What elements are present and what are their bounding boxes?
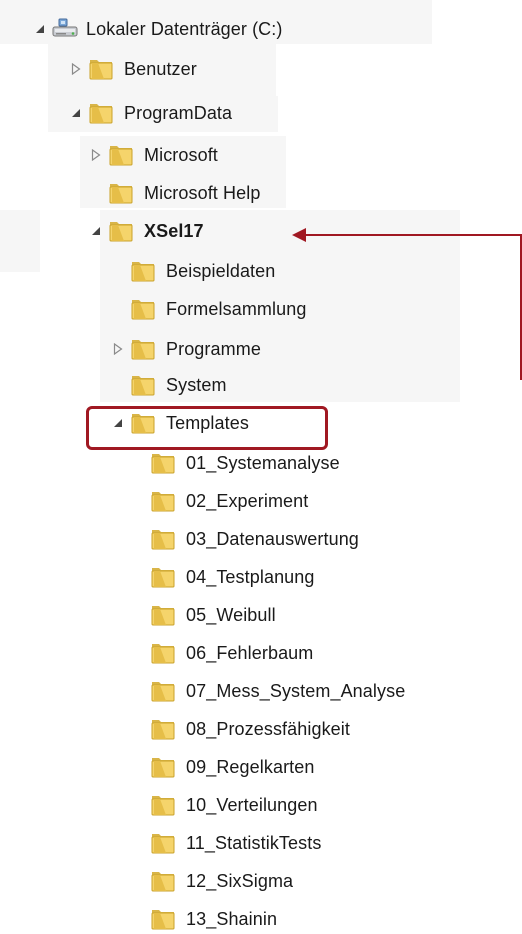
folder-icon [150, 678, 178, 704]
folder-icon [88, 100, 116, 126]
tree-item-beispieldaten[interactable]: Beispieldaten [130, 256, 275, 286]
tree-item-label: 11_StatistikTests [186, 833, 322, 853]
templates-highlight-box [86, 406, 328, 450]
tree-item-label: 09_Regelkarten [186, 757, 315, 777]
tree-item-label: 13_Shainin [186, 909, 278, 929]
folder-icon [150, 716, 178, 742]
folder-icon [150, 488, 178, 514]
tree-item-label: 05_Weibull [186, 605, 276, 625]
tree-item-label: Microsoft [144, 145, 218, 165]
folder-icon [150, 754, 178, 780]
tree-item-template[interactable]: 11_StatistikTests [150, 828, 321, 858]
tree-item-label: 01_Systemanalyse [186, 453, 340, 473]
tree-item-label: 06_Fehlerbaum [186, 643, 314, 663]
collapsed-triangle-icon[interactable] [110, 341, 126, 357]
folder-icon [108, 142, 136, 168]
tree-item-drive-c[interactable]: Lokaler Datenträger (C:) [32, 14, 282, 44]
tree-item-template[interactable]: 05_Weibull [150, 600, 276, 630]
folder-icon [150, 830, 178, 856]
folder-icon [130, 336, 158, 362]
expanded-triangle-icon[interactable] [88, 223, 104, 239]
tree-item-label: Benutzer [124, 59, 197, 79]
tree-item-label: Microsoft Help [144, 183, 261, 203]
collapsed-triangle-icon[interactable] [88, 147, 104, 163]
tree-item-template[interactable]: 08_Prozessfähigkeit [150, 714, 350, 744]
tree-item-label: 10_Verteilungen [186, 795, 318, 815]
tree-item-label: Lokaler Datenträger (C:) [86, 19, 283, 39]
collapsed-triangle-icon[interactable] [68, 61, 84, 77]
folder-icon [108, 180, 136, 206]
tree-item-template[interactable]: 04_Testplanung [150, 562, 315, 592]
tree-item-microsoft[interactable]: Microsoft [88, 140, 218, 170]
tree-item-benutzer[interactable]: Benutzer [68, 54, 197, 84]
expanded-triangle-icon[interactable] [68, 105, 84, 121]
folder-icon [150, 868, 178, 894]
tree-item-microsoft-help[interactable]: Microsoft Help [108, 178, 260, 208]
folder-icon [130, 258, 158, 284]
tree-item-label: 12_SixSigma [186, 871, 294, 891]
folder-icon [150, 526, 178, 552]
tree-item-label: System [166, 375, 227, 395]
tree-item-label: XSel17 [144, 221, 204, 241]
tree-item-label: Programme [166, 339, 261, 359]
tree-item-label: Formelsammlung [166, 299, 307, 319]
folder-icon [150, 450, 178, 476]
folder-tree: Lokaler Datenträger (C:) Benutzer Progra… [0, 0, 522, 932]
tree-item-system[interactable]: System [130, 370, 227, 400]
tree-item-xsel17[interactable]: XSel17 [88, 216, 204, 246]
tree-item-template[interactable]: 03_Datenauswertung [150, 524, 359, 554]
tree-item-label: 03_Datenauswertung [186, 529, 359, 549]
tree-item-template[interactable]: 06_Fehlerbaum [150, 638, 313, 668]
tree-item-label: Beispieldaten [166, 261, 276, 281]
tree-item-template[interactable]: 10_Verteilungen [150, 790, 318, 820]
folder-icon [130, 372, 158, 398]
folder-icon [150, 792, 178, 818]
tree-item-label: 07_Mess_System_Analyse [186, 681, 406, 701]
expanded-triangle-icon[interactable] [32, 21, 48, 37]
folder-icon [88, 56, 116, 82]
tree-item-template[interactable]: 07_Mess_System_Analyse [150, 676, 405, 706]
folder-icon [108, 218, 136, 244]
tree-item-template[interactable]: 09_Regelkarten [150, 752, 315, 782]
tree-item-label: ProgramData [124, 103, 233, 123]
tree-item-label: 02_Experiment [186, 491, 309, 511]
folder-icon [150, 602, 178, 628]
folder-icon [150, 564, 178, 590]
tree-item-formelsammlung[interactable]: Formelsammlung [130, 294, 306, 324]
tree-item-programme[interactable]: Programme [110, 334, 261, 364]
folder-icon [130, 296, 158, 322]
tree-item-template[interactable]: 01_Systemanalyse [150, 448, 340, 478]
folder-icon [150, 640, 178, 666]
tree-item-template[interactable]: 13_Shainin [150, 904, 277, 934]
folder-icon [150, 906, 178, 932]
tree-item-template[interactable]: 02_Experiment [150, 486, 308, 516]
tree-item-programdata[interactable]: ProgramData [68, 98, 232, 128]
tree-item-template[interactable]: 12_SixSigma [150, 866, 293, 896]
drive-icon [52, 18, 78, 40]
tree-item-label: 04_Testplanung [186, 567, 315, 587]
tree-item-label: 08_Prozessfähigkeit [186, 719, 350, 739]
tree-panel-shade [0, 210, 40, 272]
